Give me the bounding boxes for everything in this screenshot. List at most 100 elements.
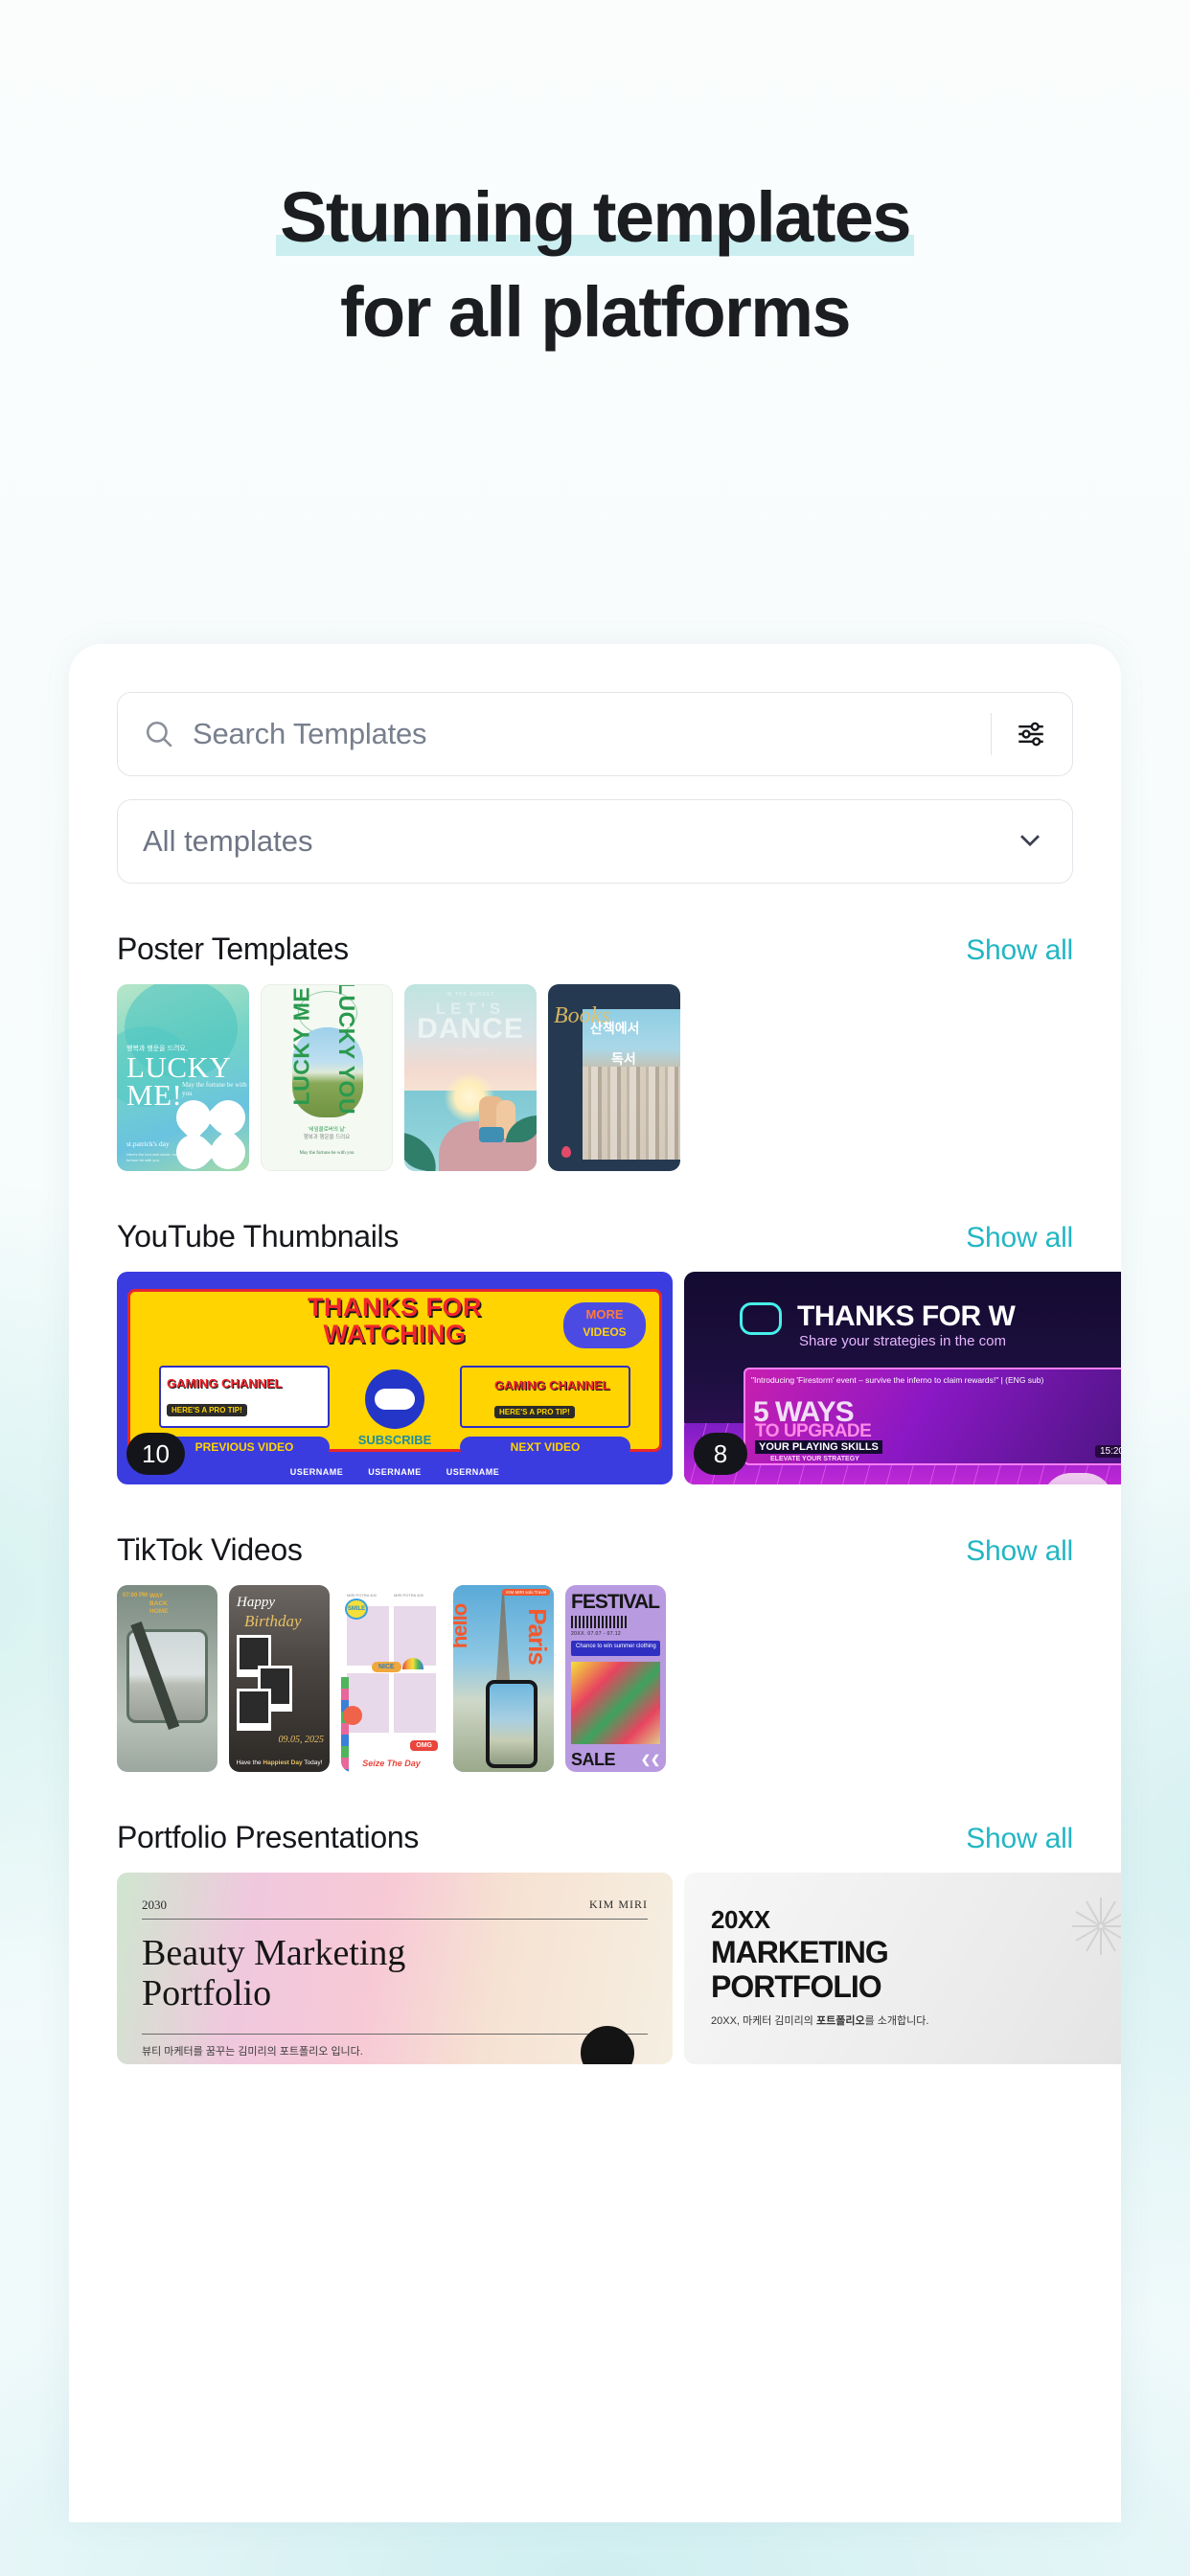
arrows-icon: ❮❮: [640, 1753, 660, 1766]
video-title-line-4: ELEVATE YOUR STRATEGY: [770, 1456, 859, 1462]
section-title: Poster Templates: [117, 932, 349, 966]
next-video-button: NEXT VIDEO: [460, 1437, 630, 1458]
pro-tip-label: HERE'S A PRO TIP!: [494, 1406, 575, 1418]
poster-caption-kr-2: 행복과 행운을 드려요: [303, 1135, 351, 1140]
barcode-graphic: [571, 1616, 627, 1628]
app-preview-card: Search Templates All templates Poster Te…: [69, 644, 1121, 2522]
nice-sticker: NICE: [372, 1662, 401, 1672]
headline-line-2: for all platforms: [340, 271, 852, 352]
poster-eyebrow: IN THE SUNSET: [446, 992, 495, 998]
portfolio-year: 20XX: [711, 1905, 770, 1934]
dropdown-selected-value: All templates: [143, 824, 313, 858]
tiktok-card-collage[interactable]: MIRI POTRA 400 MIRI POTRA 400 SMILE NICE…: [341, 1585, 442, 1772]
thumbnail-subtitle: Share your strategies in the com: [799, 1333, 1006, 1349]
headline-line-1: Stunning templates: [280, 177, 911, 257]
tiktok-template-row[interactable]: 07:00 PM WAY BACK HOME Happy Birthday 09…: [117, 1585, 1073, 1772]
date-label: 09.05, 2025: [278, 1735, 325, 1745]
portfolio-author: KIM MIRI: [589, 1898, 648, 1911]
more-videos-bubble: MORE VIDEOS: [563, 1302, 646, 1348]
vertical-text-left: hello: [453, 1603, 472, 1649]
gaming-channel-title: GAMING CHANNEL: [494, 1378, 610, 1392]
decorative-circle: [581, 2026, 634, 2064]
poster-card-lucky-you[interactable]: LUCKY ME! LUCKY YOU '네잎클로버의 날' 행복과 행운을 드…: [261, 984, 393, 1171]
search-icon: [143, 718, 175, 750]
section-header-youtube: YouTube Thumbnails Show all: [117, 1219, 1073, 1254]
film-label-left: MIRI POTRA 400: [347, 1593, 377, 1598]
title-line-2: Birthday: [244, 1612, 302, 1630]
section-header-posters: Poster Templates Show all: [117, 932, 1073, 967]
gaming-channel-title: GAMING CHANNEL: [167, 1376, 283, 1391]
section-title: Portfolio Presentations: [117, 1820, 420, 1854]
show-all-link-portfolio[interactable]: Show all: [966, 1823, 1073, 1855]
social-handles: USERNAME USERNAME USERNAME: [117, 1467, 673, 1477]
divider: [142, 1919, 648, 1920]
polaroid-photo: [237, 1689, 271, 1731]
time-label: 07:00 PM: [123, 1593, 149, 1598]
poster-korean-line-2: 독서: [611, 1051, 636, 1067]
subscribe-label: SUBSCRIBE: [357, 1433, 432, 1447]
search-divider: [990, 713, 992, 755]
neon-controller-icon: [740, 1302, 782, 1335]
poster-card-lets-dance[interactable]: IN THE SUNSET LET'S DANCE Everything wou…: [404, 984, 537, 1171]
poster-korean-line-1: 산책에서: [590, 1021, 640, 1036]
portfolio-year: 2030: [142, 1898, 167, 1912]
youtube-card-thanks-for-watching[interactable]: THANKS FOR WATCHING MORE VIDEOS GAMING C…: [117, 1272, 673, 1484]
portfolio-template-row[interactable]: 2030 KIM MIRI Beauty Marketing Portfolio…: [117, 1873, 1121, 2064]
youtube-card-neon-gaming[interactable]: THANKS FOR W Share your strategies in th…: [684, 1272, 1121, 1484]
poster-vertical-left: LUCKY ME!: [288, 984, 314, 1106]
phone-mockup: [486, 1680, 538, 1768]
poster-template-row[interactable]: 행복과 행운을 드려요, LUCKY ME! May the fortune b…: [117, 984, 1073, 1171]
title-line-1: Happy: [237, 1595, 275, 1610]
show-all-link-tiktok[interactable]: Show all: [966, 1535, 1073, 1568]
template-category-dropdown[interactable]: All templates: [117, 799, 1073, 884]
search-input[interactable]: Search Templates: [193, 717, 991, 751]
clover-icon: [169, 1092, 249, 1171]
search-bar[interactable]: Search Templates: [117, 692, 1073, 776]
video-title-line-3: YOUR PLAYING SKILLS: [755, 1440, 882, 1454]
photo-slot: [394, 1673, 436, 1733]
video-title-line-2: TO UPGRADE: [755, 1421, 872, 1441]
festival-title: FESTIVAL: [571, 1591, 660, 1613]
headline-highlight-wrap: Stunning templates: [276, 177, 914, 258]
social-handle: USERNAME: [289, 1467, 344, 1477]
video-card-previous: GAMING CHANNEL HERE'S A PRO TIP!: [159, 1366, 330, 1428]
sliders-filter-icon[interactable]: [1015, 718, 1047, 750]
melting-smiley-sticker: [343, 1706, 362, 1725]
poster-vertical-right: LUCKY YOU: [333, 984, 359, 1116]
show-all-link-youtube[interactable]: Show all: [966, 1222, 1073, 1254]
portfolio-korean-subtitle: 뷰티 마케터를 꿈꾸는 김미리의 포트폴리오 입니다.: [142, 2046, 363, 2058]
festival-date: 20XX. 07.07 - 07.12: [571, 1631, 622, 1637]
smile-sticker: SMILE: [345, 1598, 368, 1620]
tiktok-card-train[interactable]: 07:00 PM WAY BACK HOME: [117, 1585, 217, 1772]
landing-page: Stunning templates for all platforms Sea…: [0, 0, 1190, 2576]
portfolio-korean-subtitle: 20XX, 마케터 김미리의 포트폴리오를 소개합니다.: [711, 2015, 929, 2027]
portfolio-card-beauty-marketing[interactable]: 2030 KIM MIRI Beauty Marketing Portfolio…: [117, 1873, 673, 2064]
thumbnail-title: THANKS FOR W: [797, 1300, 1016, 1332]
sale-label: SALE: [571, 1750, 616, 1769]
travel-tag: KIM MIRI solo Travel: [502, 1589, 550, 1596]
page-title: Stunning templates for all platforms: [0, 177, 1190, 353]
poster-card-lucky-me[interactable]: 행복과 행운을 드려요, LUCKY ME! May the fortune b…: [117, 984, 249, 1171]
show-all-link-posters[interactable]: Show all: [966, 934, 1073, 967]
hero-section: Stunning templates for all platforms: [0, 0, 1190, 353]
poster-card-books[interactable]: Books 산책에서 독서: [548, 984, 680, 1171]
poster-caption-en: May the fortune be with you: [299, 1151, 355, 1156]
starburst-graphic: [1071, 1898, 1121, 1955]
footer-text: Seize The Day: [362, 1759, 421, 1768]
pro-tip-label: HERE'S A PRO TIP!: [167, 1404, 247, 1416]
gamepad-icon: [365, 1369, 424, 1429]
promo-banner: Chance to win summer clothing: [571, 1641, 660, 1656]
poster-caption-kr-1: '네잎클로버의 날': [308, 1127, 346, 1133]
tiktok-card-paris[interactable]: hello Paris KIM MIRI solo Travel: [453, 1585, 554, 1772]
portfolio-title: MARKETING PORTFOLIO: [711, 1935, 889, 2004]
chevron-down-icon: [1013, 822, 1047, 862]
inner-video-preview: "Introducing 'Firestorm' event – survive…: [744, 1368, 1121, 1484]
youtube-template-row[interactable]: THANKS FOR WATCHING MORE VIDEOS GAMING C…: [117, 1272, 1121, 1484]
divider: [142, 2034, 648, 2035]
poster-footer: st.patrick's day: [126, 1139, 170, 1148]
swimwear-photo: [571, 1662, 660, 1744]
tiktok-card-festival[interactable]: FESTIVAL 20XX. 07.07 - 07.12 Chance to w…: [565, 1585, 666, 1772]
caption-text: WAY BACK HOME: [149, 1593, 169, 1615]
portfolio-card-marketing[interactable]: 20XX MARKETING PORTFOLIO 20XX, 마케터 김미리의 …: [684, 1873, 1121, 2064]
tiktok-card-birthday[interactable]: Happy Birthday 09.05, 2025 Have the Happ…: [229, 1585, 330, 1772]
